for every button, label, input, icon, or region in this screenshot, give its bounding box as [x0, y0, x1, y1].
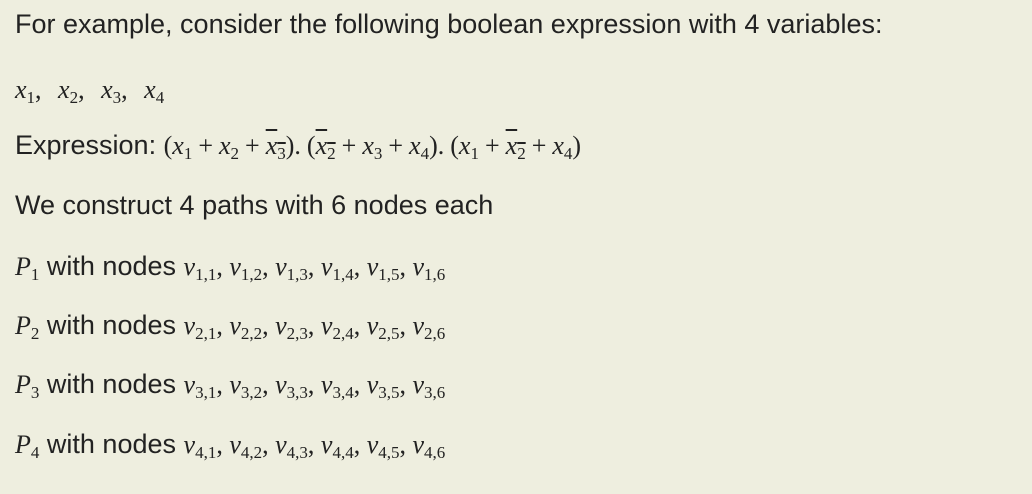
construction-text: We construct 4 paths with 6 nodes each [15, 190, 494, 220]
intro-text: For example, consider the following bool… [15, 9, 883, 39]
path-2-label: P2 [15, 311, 40, 343]
expression-formula: (x1 + x2 + x3). (x2 + x3 + x4). (x1 + x2 + x4) [163, 131, 582, 163]
path-4-with-nodes: with nodes [46, 429, 176, 459]
path-line-4: P4 with nodes v4,1, v4,2, v4,3, v4,4, v4… [15, 428, 445, 461]
clause-2-term-2: x3 [362, 131, 383, 163]
clause-2-term-3: x4 [409, 131, 430, 163]
path-1-with-nodes: with nodes [46, 251, 176, 281]
variable-x1: x1 [15, 75, 36, 107]
path-4-nodes: v4,1, v4,2, v4,3, v4,4, v4,5, v4,6 [183, 430, 446, 462]
path-2-with-nodes: with nodes [46, 310, 176, 340]
clause-1-term-1: x1 [172, 131, 193, 163]
path-3-label: P3 [15, 370, 40, 402]
clause-3-term-1: x1 [458, 131, 479, 163]
path-3-with-nodes: with nodes [46, 369, 176, 399]
clause-3-term-2-negated: x2 [505, 131, 526, 163]
path-2-nodes: v2,1, v2,2, v2,3, v2,4, v2,5, v2,6 [183, 311, 446, 343]
path-line-3: P3 with nodes v3,1, v3,2, v3,3, v3,4, v3… [15, 368, 445, 401]
clause-1-term-3-negated: x3 [265, 131, 286, 163]
variable-x3: x3 [101, 75, 122, 107]
path-4-label: P4 [15, 430, 40, 462]
path-1-nodes: v1,1, v1,2, v1,3, v1,4, v1,5, v1,6 [183, 252, 446, 284]
clause-3-term-3: x4 [552, 131, 573, 163]
document-page: For example, consider the following bool… [0, 0, 1032, 494]
path-line-1: P1 with nodes v1,1, v1,2, v1,3, v1,4, v1… [15, 250, 445, 283]
variable-list: x1, x2, x3, x4 [15, 75, 165, 107]
path-line-2: P2 with nodes v2,1, v2,2, v2,3, v2,4, v2… [15, 309, 445, 342]
path-1-label: P1 [15, 252, 40, 284]
variable-x4: x4 [144, 75, 165, 107]
clause-2-term-1-negated: x2 [315, 131, 336, 163]
variable-x2: x2 [58, 75, 79, 107]
clause-1-term-2: x2 [218, 131, 240, 163]
path-3-nodes: v3,1, v3,2, v3,3, v3,4, v3,5, v3,6 [183, 370, 446, 402]
expression-label: Expression: [15, 130, 157, 160]
expression-line: Expression: (x1 + x2 + x3). (x2 + x3 + x4). (x1 + x2… [15, 129, 581, 162]
